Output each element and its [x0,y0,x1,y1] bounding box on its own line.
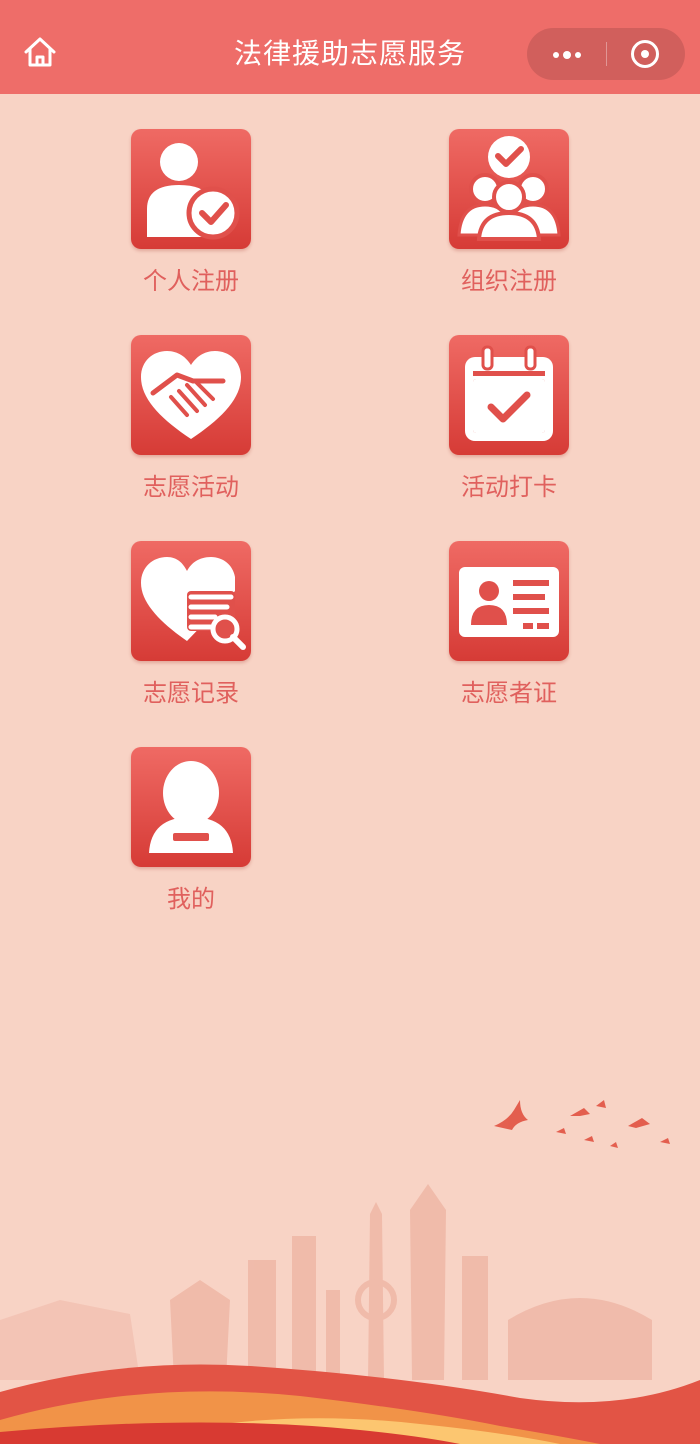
menu-item-label: 志愿者证 [461,679,557,707]
user-profile-icon [131,747,251,867]
menu-item-label: 志愿活动 [143,473,239,501]
home-icon [24,37,56,67]
menu-item-label: 个人注册 [143,267,239,295]
person-check-icon [131,129,251,249]
more-button[interactable] [527,28,605,80]
navigation-bar: 法律援助志愿服务 [0,0,700,94]
calendar-check-icon [449,335,569,455]
miniprogram-capsule [527,28,685,80]
id-card-icon [449,541,569,661]
birds-decoration [494,1100,670,1148]
home-button[interactable] [20,32,60,72]
group-check-icon [449,129,569,249]
menu-item-label: 志愿记录 [143,679,239,707]
menu-item-personal-register[interactable]: 个人注册 [111,129,271,309]
menu-item-volunteer-records[interactable]: 志愿记录 [111,541,271,721]
heart-handshake-icon [131,335,251,455]
menu-item-organization-register[interactable]: 组织注册 [429,129,589,309]
menu-item-label: 活动打卡 [461,473,557,501]
decorative-skyline-background [0,1100,700,1444]
city-skyline-decoration [0,1184,652,1386]
menu-item-mine[interactable]: 我的 [111,747,271,927]
menu-item-volunteer-card[interactable]: 志愿者证 [429,541,589,721]
menu-item-activity-checkin[interactable]: 活动打卡 [429,335,589,515]
heart-search-icon [131,541,251,661]
menu-item-label: 我的 [167,885,215,913]
menu-item-volunteer-activity[interactable]: 志愿活动 [111,335,271,515]
page-title: 法律援助志愿服务 [233,37,466,70]
menu-item-label: 组织注册 [461,267,557,295]
close-miniprogram-button[interactable] [607,28,685,80]
